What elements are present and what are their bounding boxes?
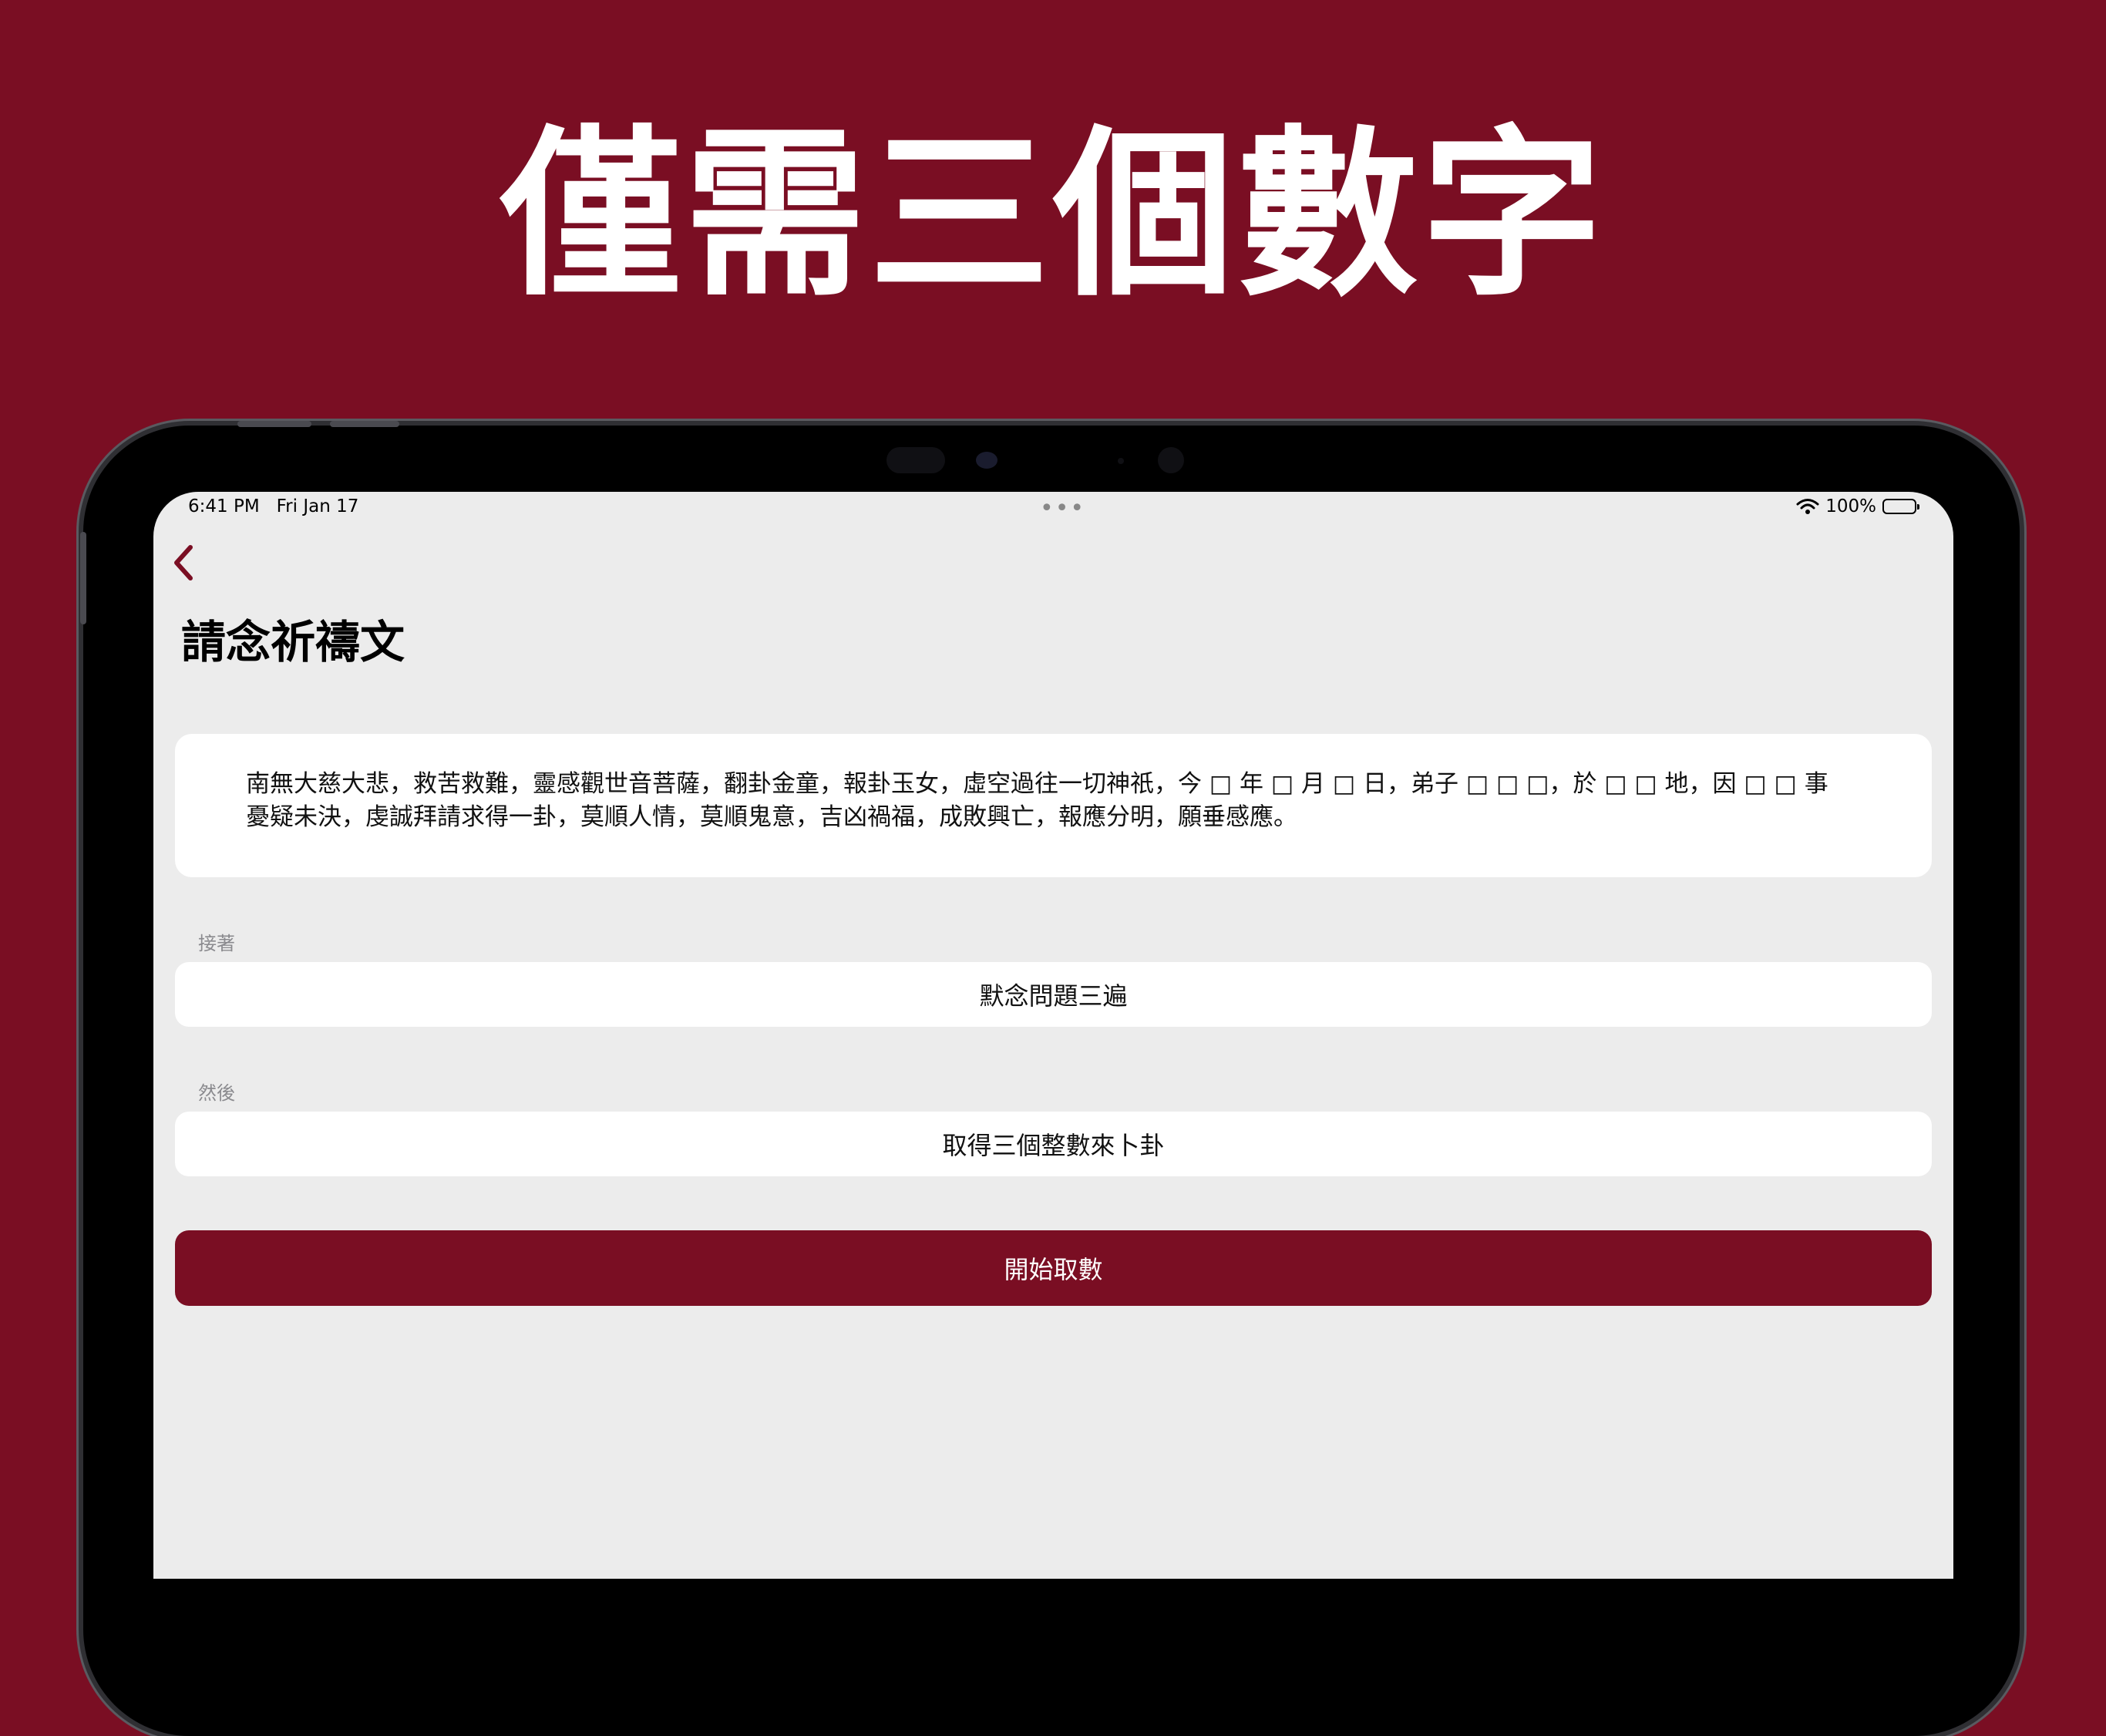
status-right: 100% bbox=[1796, 496, 1919, 516]
top-button-left bbox=[237, 421, 311, 427]
prayer-line-1: 南無大慈大悲，救苦救難，靈感觀世音菩薩，翻卦金童，報卦玉女，虛空過往一切神祇，今… bbox=[246, 770, 1828, 798]
top-button-right bbox=[330, 421, 399, 427]
step-1-row: 默念問題三遍 bbox=[175, 962, 1932, 1027]
proximity-sensor bbox=[886, 447, 945, 473]
start-button[interactable]: 開始取數 bbox=[175, 1230, 1932, 1306]
battery-percent: 100% bbox=[1825, 496, 1876, 516]
front-camera-icon bbox=[976, 452, 997, 469]
battery-icon bbox=[1882, 499, 1919, 514]
status-bar: 6:41 PM Fri Jan 17 ••• 100% bbox=[153, 492, 1953, 526]
step-2-label: 然後 bbox=[198, 1082, 235, 1104]
multitask-dots-icon[interactable]: ••• bbox=[1040, 495, 1085, 522]
start-button-label: 開始取數 bbox=[1004, 1255, 1103, 1284]
status-time: 6:41 PM Fri Jan 17 bbox=[188, 496, 359, 516]
ambient-sensor bbox=[1118, 458, 1124, 464]
wifi-icon bbox=[1796, 499, 1819, 514]
step-2-row: 取得三個整數來卜卦 bbox=[175, 1112, 1932, 1176]
flood-sensor bbox=[1158, 447, 1184, 473]
promo-headline: 僅需三個數字 bbox=[500, 110, 1606, 321]
page-title: 請念祈禱文 bbox=[181, 616, 405, 668]
step-1-label: 接著 bbox=[198, 933, 235, 954]
prayer-line-2: 憂疑未決，虔誠拜請求得一卦，莫順人情，莫順鬼意，吉凶禍福，成敗興亡，報應分明，願… bbox=[246, 803, 1297, 831]
chevron-left-icon bbox=[174, 545, 193, 580]
step-1-text: 默念問題三遍 bbox=[979, 981, 1128, 1011]
side-button bbox=[80, 532, 86, 624]
step-2-text: 取得三個整數來卜卦 bbox=[942, 1131, 1165, 1160]
prayer-card: 南無大慈大悲，救苦救難，靈感觀世音菩薩，翻卦金童，報卦玉女，虛空過往一切神祇，今… bbox=[175, 734, 1932, 877]
back-button[interactable] bbox=[169, 541, 207, 587]
app-screen: 6:41 PM Fri Jan 17 ••• 100% 請念祈禱文 南無大慈大悲… bbox=[153, 492, 1953, 1579]
